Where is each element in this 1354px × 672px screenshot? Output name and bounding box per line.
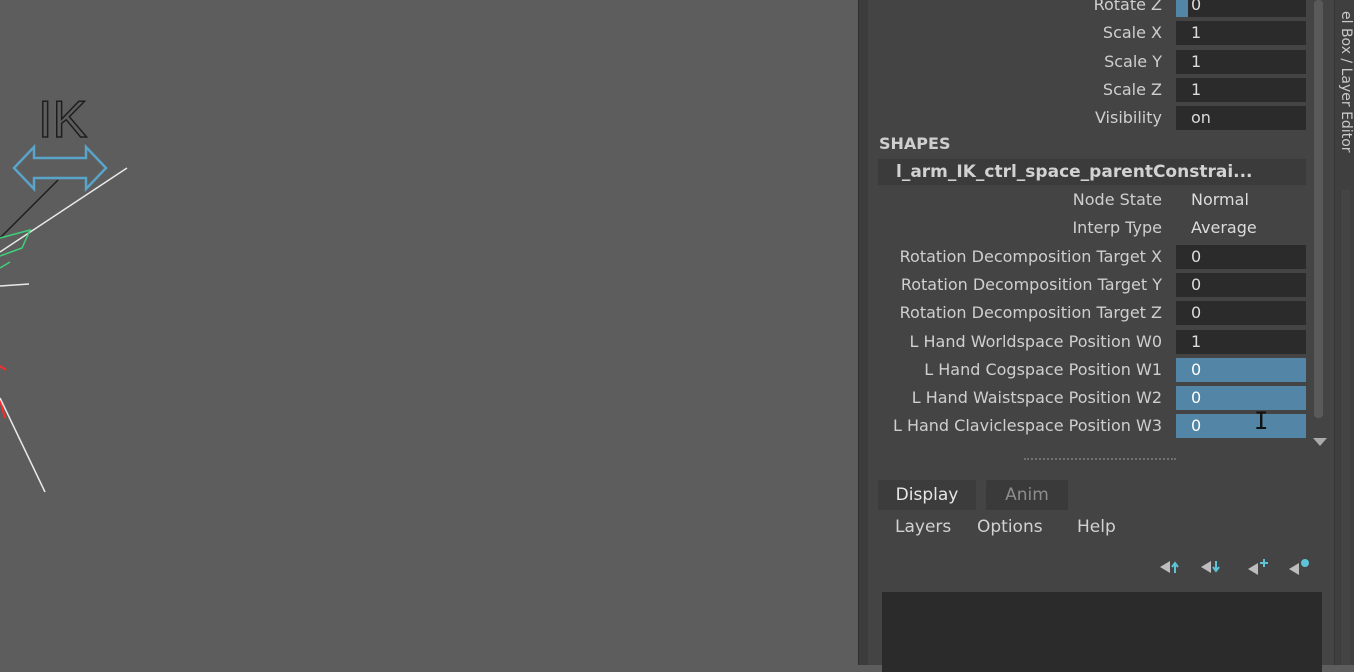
attribute-value-field[interactable]: 0 (1176, 0, 1306, 17)
layer-editor: Display Anim Layers Options Help (878, 478, 1330, 672)
menu-layers[interactable]: Layers (895, 517, 951, 537)
attribute-label[interactable]: L Hand Worldspace Position W0 (910, 332, 1162, 351)
green-control-tick (0, 261, 11, 269)
attribute-value-field[interactable]: on (1176, 106, 1306, 131)
attribute-row[interactable]: Visibility on (868, 105, 1308, 131)
ik-switch-arrow (12, 143, 108, 193)
attribute-label[interactable]: L Hand Claviclespace Position W3 (893, 416, 1162, 435)
attribute-row[interactable]: L Hand Claviclespace Position W3 0 (868, 413, 1308, 439)
bone-line-white (0, 167, 128, 253)
attribute-label[interactable]: Rotation Decomposition Target Y (901, 275, 1162, 294)
attribute-value-field[interactable]: Average (1176, 216, 1306, 240)
attribute-row[interactable]: Scale X 1 (868, 20, 1308, 46)
pane-resize-grip[interactable] (1024, 458, 1176, 464)
attribute-label[interactable]: Scale X (1103, 23, 1162, 42)
ik-label: IK (38, 91, 87, 149)
attribute-row[interactable]: Rotate Z 0 (868, 0, 1308, 18)
attribute-value-field[interactable]: 0 (1176, 414, 1306, 439)
attribute-row[interactable]: Scale Z 1 (868, 77, 1308, 103)
attribute-label[interactable]: Rotation Decomposition Target Z (900, 303, 1162, 322)
attribute-value-field[interactable]: 0 (1176, 244, 1306, 269)
new-empty-layer-icon[interactable] (1246, 557, 1270, 577)
menu-options[interactable]: Options (977, 517, 1043, 537)
tab-display[interactable]: Display (878, 480, 976, 510)
layer-list[interactable] (882, 592, 1322, 672)
attribute-row[interactable]: Node State Normal (868, 187, 1308, 213)
attribute-row[interactable]: Rotation Decomposition Target Z 0 (868, 300, 1308, 326)
menu-help[interactable]: Help (1077, 517, 1116, 537)
attribute-label[interactable]: L Hand Waistspace Position W2 (912, 388, 1162, 407)
attribute-label[interactable]: Scale Y (1104, 52, 1162, 71)
channel-box-panel: Rotate Z 0 Scale X 1 Scale Y 1 Scale Z 1 Visibil… (868, 0, 1334, 672)
attribute-label[interactable]: Rotation Decomposition Target X (900, 247, 1162, 266)
new-layer-from-selected-icon[interactable] (1287, 557, 1311, 577)
constraint-node-name[interactable]: l_arm_IK_ctrl_space_parentConstrai... (878, 159, 1306, 185)
scroll-down-arrow-icon[interactable] (1313, 438, 1327, 446)
viewport-scene: IK (0, 90, 128, 493)
attribute-label[interactable]: L Hand Cogspace Position W1 (924, 360, 1162, 379)
attribute-row[interactable]: Scale Y 1 (868, 49, 1308, 75)
3d-viewport[interactable]: IK (0, 0, 858, 665)
attribute-value-field[interactable]: 0 (1176, 301, 1306, 326)
attribute-row[interactable]: Interp Type Average (868, 215, 1308, 241)
side-tab-label: el Box / Layer Editor (1338, 11, 1354, 153)
attribute-row[interactable]: L Hand Cogspace Position W1 0 (868, 357, 1308, 383)
attribute-row[interactable]: L Hand Worldspace Position W0 1 (868, 329, 1308, 355)
attribute-value-field[interactable]: 0 (1176, 357, 1306, 382)
white-short-line (0, 283, 30, 287)
move-layer-down-icon[interactable] (1199, 557, 1223, 577)
attribute-label[interactable]: Node State (1073, 190, 1162, 209)
attribute-value-field[interactable]: 1 (1176, 49, 1306, 74)
attribute-label[interactable]: Rotate Z (1094, 0, 1162, 14)
layer-editor-body: Layers Options Help (878, 510, 1330, 672)
side-tab-divider (1340, 190, 1350, 665)
tab-anim[interactable]: Anim (986, 480, 1068, 510)
shapes-section-header: SHAPES (879, 134, 951, 153)
attribute-row[interactable]: Rotation Decomposition Target X 0 (868, 244, 1308, 270)
attribute-value-field[interactable]: Normal (1176, 188, 1306, 212)
attribute-label[interactable]: Interp Type (1072, 218, 1162, 237)
attribute-value-field[interactable]: 1 (1176, 21, 1306, 46)
attribute-row[interactable]: Rotation Decomposition Target Y 0 (868, 272, 1308, 298)
attribute-value-field[interactable]: 0 (1176, 386, 1306, 411)
bone-line-dark (0, 179, 59, 239)
attribute-label[interactable]: Scale Z (1103, 80, 1162, 99)
attribute-row[interactable]: L Hand Waistspace Position W2 0 (868, 385, 1308, 411)
red-joint-mark-1 (0, 365, 7, 371)
attribute-value-field[interactable]: 0 (1176, 272, 1306, 297)
channel-box-layer-editor-side-tab[interactable]: el Box / Layer Editor (1334, 0, 1354, 665)
attribute-value-field[interactable]: 1 (1176, 329, 1306, 354)
move-layer-up-icon[interactable] (1158, 557, 1182, 577)
channel-box-scrollbar[interactable] (1310, 0, 1328, 452)
forearm-line (0, 397, 46, 493)
scrollbar-thumb[interactable] (1314, 0, 1323, 418)
text-cursor-icon: I (1254, 407, 1269, 435)
attribute-label[interactable]: Visibility (1095, 108, 1162, 127)
attribute-value-field[interactable]: 1 (1176, 77, 1306, 102)
